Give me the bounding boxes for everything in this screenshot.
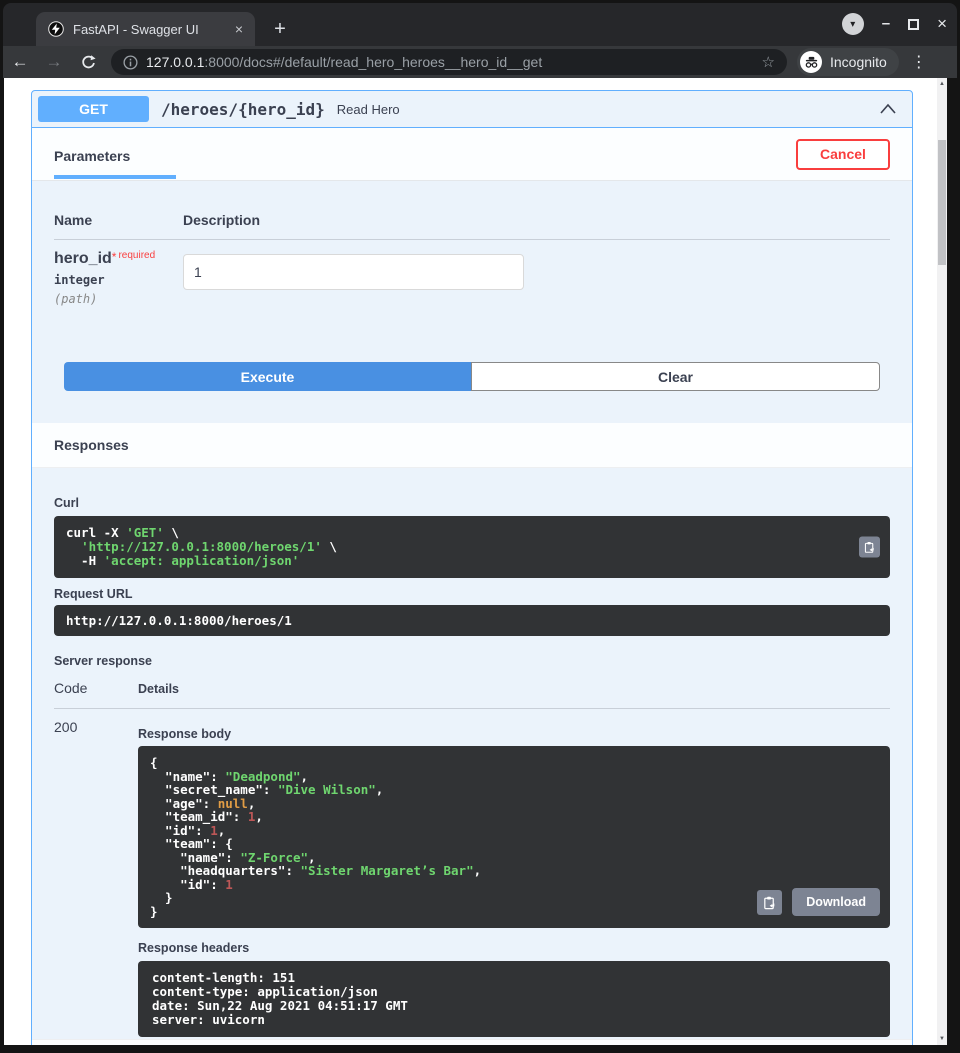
scrollbar-thumb[interactable] [938, 140, 946, 265]
response-headers-block: content-length: 151content-type: applica… [138, 961, 890, 1037]
forward-button[interactable]: → [37, 52, 71, 72]
execute-row: Execute Clear [64, 362, 880, 391]
required-label: required [118, 250, 155, 261]
tab-search-icon[interactable]: ▾ [842, 13, 864, 35]
browser-window: FastAPI - Swagger UI × + ▾ – × ← → 127.0… [0, 0, 960, 1053]
incognito-icon [800, 51, 822, 73]
download-button[interactable]: Download [792, 888, 880, 916]
copy-to-clipboard-icon[interactable] [859, 537, 880, 558]
copy-response-icon[interactable] [757, 890, 782, 915]
scroll-down-icon[interactable]: ▼ [937, 1033, 947, 1045]
opblock-get-read-hero: GET /heroes/{hero_id} Read Hero Paramete… [31, 90, 913, 1045]
tab-title: FastAPI - Swagger UI [73, 22, 233, 37]
response-body-label: Response body [138, 727, 890, 741]
tab-parameters[interactable]: Parameters [54, 129, 176, 179]
documented-responses-header: Responses [32, 1039, 912, 1045]
incognito-badge: Incognito [797, 48, 899, 76]
responses-title: Responses [54, 437, 129, 453]
request-url-block: http://127.0.0.1:8000/heroes/1 [54, 605, 890, 636]
clear-button[interactable]: Clear [471, 362, 880, 391]
server-response-row: 200 Response body { "name": "Deadpond", … [54, 709, 890, 1037]
curl-code-block: curl -X 'GET' \ 'http://127.0.0.1:8000/h… [54, 516, 890, 578]
maximize-button[interactable] [908, 19, 919, 30]
hero-id-input[interactable] [183, 254, 524, 290]
curl-label: Curl [54, 496, 890, 510]
param-location: (path) [54, 292, 183, 306]
request-url-value: http://127.0.0.1:8000/heroes/1 [66, 613, 292, 628]
browser-menu-icon[interactable]: ⋮ [911, 52, 927, 72]
required-star: * [112, 250, 117, 264]
url-host: 127.0.0.1 [146, 54, 204, 70]
page-viewport: GET /heroes/{hero_id} Read Hero Paramete… [4, 78, 947, 1045]
status-code: 200 [54, 709, 138, 1037]
url-bar[interactable]: 127.0.0.1:8000/docs#/default/read_hero_h… [111, 49, 787, 75]
response-body-block: { "name": "Deadpond", "secret_name": "Di… [138, 746, 890, 928]
opblock-summary[interactable]: GET /heroes/{hero_id} Read Hero [32, 91, 912, 128]
curl-command: curl -X 'GET' \ 'http://127.0.0.1:8000/h… [66, 526, 878, 568]
tab-close-icon[interactable]: × [233, 21, 245, 37]
parameters-table-header: Name Description [54, 212, 890, 240]
column-code: Code [54, 680, 138, 696]
browser-chrome: FastAPI - Swagger UI × + ▾ – × ← → 127.0… [3, 3, 957, 78]
url-path: :8000/docs#/default/read_hero_heroes__he… [204, 54, 542, 70]
parameters-body: Name Description hero_id*required intege… [32, 181, 912, 423]
column-details: Details [138, 682, 179, 696]
column-name: Name [54, 212, 183, 228]
server-response-table-header: Code Details [54, 680, 890, 709]
back-button[interactable]: ← [3, 52, 37, 72]
column-description: Description [183, 212, 260, 228]
url-text[interactable]: 127.0.0.1:8000/docs#/default/read_hero_h… [146, 54, 762, 70]
method-badge: GET [38, 96, 149, 122]
param-name: hero_id [54, 250, 112, 267]
endpoint-path: /heroes/{hero_id} [161, 100, 325, 119]
request-url-label: Request URL [54, 587, 890, 601]
param-type: integer [54, 273, 183, 287]
responses-body: Curl curl -X 'GET' \ 'http://127.0.0.1:8… [32, 468, 912, 1039]
parameters-header: Parameters Cancel [32, 128, 912, 181]
minimize-button[interactable]: – [882, 14, 890, 34]
new-tab-button[interactable]: + [267, 16, 293, 42]
cancel-button[interactable]: Cancel [796, 139, 890, 170]
response-headers-label: Response headers [138, 941, 890, 955]
incognito-label: Incognito [830, 54, 887, 70]
fastapi-favicon-icon [48, 21, 64, 37]
collapse-chevron-icon[interactable] [878, 101, 898, 117]
execute-button[interactable]: Execute [64, 362, 471, 391]
close-window-button[interactable]: × [937, 14, 947, 34]
browser-toolbar: ← → 127.0.0.1:8000/docs#/default/read_he… [3, 46, 957, 78]
browser-tab[interactable]: FastAPI - Swagger UI × [36, 12, 255, 46]
endpoint-summary: Read Hero [337, 102, 400, 117]
bookmark-star-icon[interactable]: ☆ [762, 53, 775, 71]
scroll-up-icon[interactable]: ▲ [937, 78, 947, 90]
server-response-label: Server response [54, 654, 890, 668]
site-info-icon[interactable] [123, 55, 138, 70]
reload-button[interactable] [71, 54, 105, 70]
page-scrollbar[interactable]: ▲ ▼ [937, 78, 947, 1045]
parameter-row: hero_id*required integer (path) [54, 240, 890, 306]
responses-header: Responses [32, 423, 912, 468]
tab-strip: FastAPI - Swagger UI × + ▾ – × [3, 3, 957, 46]
response-headers-text: content-length: 151content-type: applica… [152, 971, 876, 1027]
